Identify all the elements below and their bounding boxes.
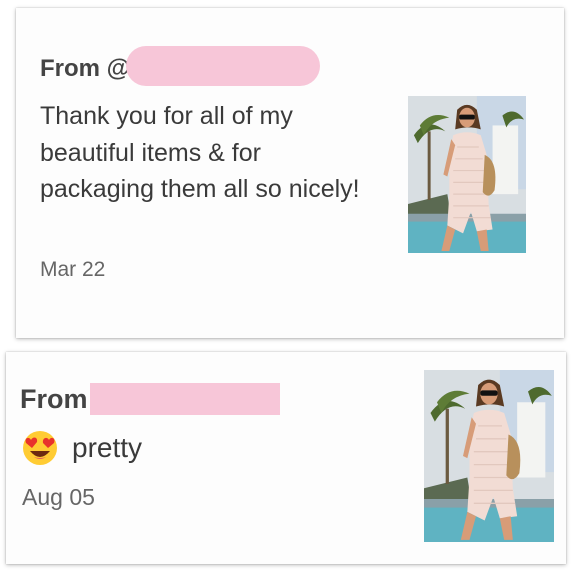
heart-eyes-emoji-icon — [22, 430, 58, 466]
product-photo[interactable] — [408, 96, 526, 253]
product-photo[interactable] — [424, 370, 554, 542]
from-label: From @ — [40, 55, 131, 82]
review-message: Thank you for all of my beautiful items … — [40, 102, 360, 203]
redacted-username — [89, 382, 280, 415]
product-photo-dress-icon — [408, 96, 526, 253]
review-date: Aug 05 — [22, 484, 95, 510]
from-label: From — [20, 384, 88, 414]
review-author: From — [20, 382, 280, 415]
review-message: pretty — [22, 430, 142, 466]
redacted-username — [126, 46, 321, 86]
review-card: From @ Thank you for all of my beautiful… — [16, 8, 564, 338]
product-photo-dress-icon — [424, 370, 554, 542]
review-card: From pretty Aug 05 — [6, 352, 566, 564]
review-text: pretty — [72, 432, 143, 463]
review-author: From @ — [40, 46, 321, 86]
review-date: Mar 22 — [40, 258, 106, 281]
